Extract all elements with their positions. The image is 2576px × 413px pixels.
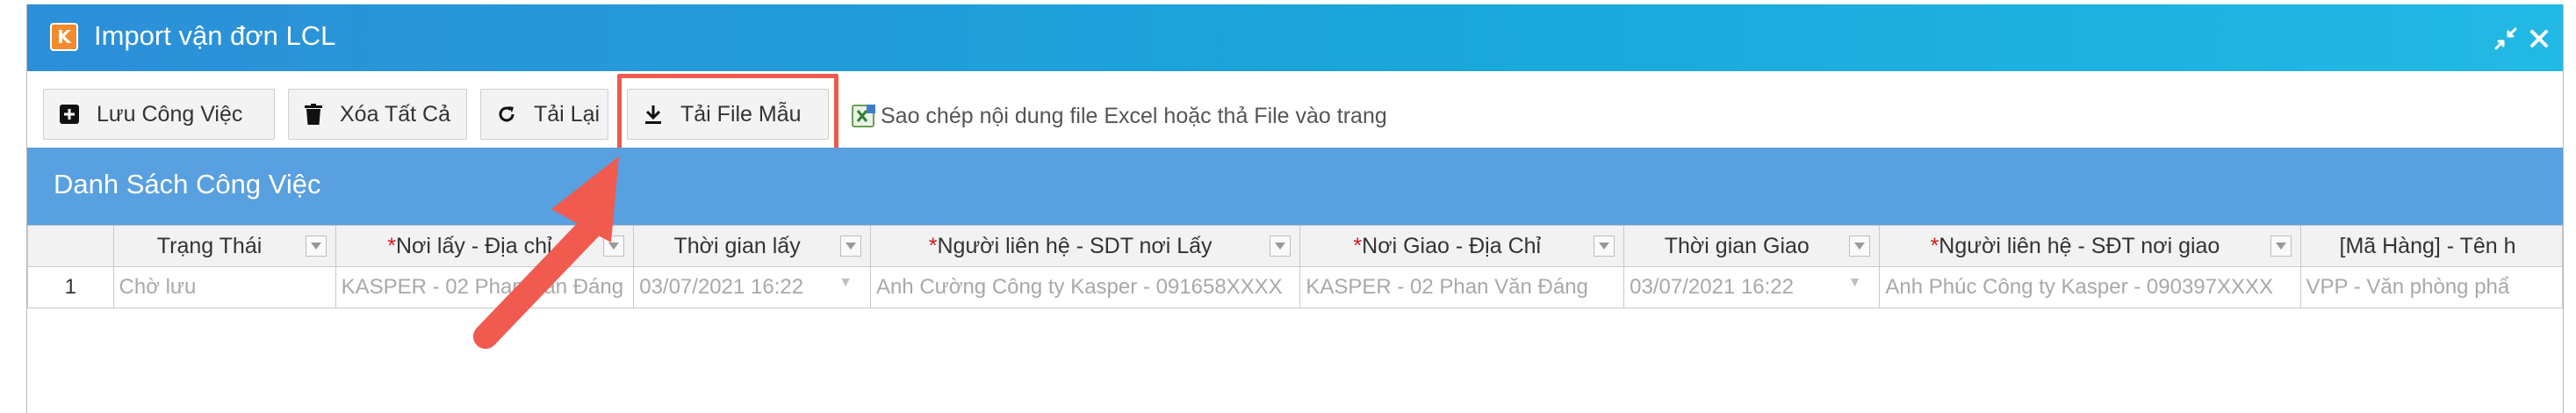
- paste-hint-text: Sao chép nội dung file Excel hoặc thả Fi…: [881, 103, 1387, 128]
- table-row[interactable]: 1 Chờ lưu KASPER - 02 Phan Văn Đáng 03/0…: [27, 266, 2563, 308]
- excel-icon: [852, 105, 875, 127]
- required-marker: *: [1930, 233, 1939, 258]
- column-label: [Mã Hàng] - Tên h: [2339, 233, 2516, 258]
- job-table: Trạng Thái *Nơi lấy - Địa chỉ Thời gian …: [27, 225, 2563, 308]
- header-row: Trạng Thái *Nơi lấy - Địa chỉ Thời gian …: [27, 225, 2563, 267]
- column-header-goods[interactable]: [Mã Hàng] - Tên h: [2299, 225, 2563, 267]
- reload-button[interactable]: Tải Lại: [480, 89, 608, 140]
- column-label: Người liên hệ - SDT nơi Lấy: [937, 233, 1212, 258]
- close-icon[interactable]: [2526, 25, 2552, 52]
- save-button-label: Lưu Công Việc: [97, 101, 243, 127]
- cell-pickup-contact[interactable]: Anh Cường Công ty Kasper - 091658XXXX: [869, 266, 1301, 308]
- paste-hint: Sao chép nội dung file Excel hoặc thả Fi…: [851, 103, 1387, 129]
- column-label: Trạng Thái: [156, 233, 263, 258]
- clear-all-button-label: Xóa Tất Cả: [340, 101, 451, 127]
- highlight-box: [617, 74, 838, 153]
- column-label: Thời gian lấy: [673, 233, 801, 258]
- title-bar: K Import vận đơn LCL: [27, 4, 2563, 71]
- job-grid: Trạng Thái *Nơi lấy - Địa chỉ Thời gian …: [27, 225, 2563, 413]
- column-header-pickup-address[interactable]: *Nơi lấy - Địa chỉ: [335, 225, 635, 267]
- plus-square-icon: [60, 105, 79, 124]
- trash-icon: [305, 104, 322, 125]
- compress-icon[interactable]: [2493, 25, 2519, 52]
- refresh-icon: [499, 106, 514, 122]
- column-header-delivery-contact[interactable]: *Người liên hệ - SĐT nơi giao: [1879, 225, 2301, 267]
- filter-icon[interactable]: [1270, 235, 1292, 257]
- import-window: K Import vận đơn LCL Lưu Công Việc Xóa T…: [26, 4, 2564, 413]
- cell-text: 03/07/2021 16:22: [639, 275, 804, 299]
- column-header-pickup-time[interactable]: Thời gian lấy: [633, 225, 871, 267]
- column-header-delivery-time[interactable]: Thời gian Giao: [1623, 225, 1881, 267]
- filter-icon[interactable]: [839, 235, 861, 257]
- filter-icon[interactable]: [1594, 235, 1615, 257]
- column-label: Người liên hệ - SĐT nơi giao: [1939, 233, 2220, 258]
- cell-delivery-time[interactable]: 03/07/2021 16:22 ▼: [1623, 266, 1881, 308]
- cell-pickup-address[interactable]: KASPER - 02 Phan Văn Đáng: [335, 266, 635, 308]
- column-label: Thời gian Giao: [1664, 233, 1810, 258]
- section-title: Danh Sách Công Việc: [54, 169, 321, 199]
- row-number: 1: [27, 266, 114, 308]
- cell-text: 03/07/2021 16:22: [1630, 275, 1794, 299]
- column-label: Nơi Giao - Địa Chỉ: [1362, 233, 1542, 258]
- filter-icon[interactable]: [305, 235, 327, 257]
- clear-all-button[interactable]: Xóa Tất Cả: [288, 89, 467, 140]
- dropdown-arrow-icon[interactable]: ▼: [838, 275, 853, 291]
- window-title: Import vận đơn LCL: [94, 20, 336, 51]
- dropdown-arrow-icon[interactable]: ▼: [1848, 275, 1862, 291]
- corner-cell: [27, 225, 114, 267]
- column-header-status[interactable]: Trạng Thái: [112, 225, 336, 267]
- required-marker: *: [387, 233, 396, 258]
- required-marker: *: [1353, 233, 1363, 258]
- app-logo: K: [50, 23, 78, 51]
- column-header-delivery-address[interactable]: *Nơi Giao - Địa Chỉ: [1299, 225, 1625, 267]
- filter-icon[interactable]: [1849, 235, 1871, 257]
- filter-icon[interactable]: [603, 235, 625, 257]
- cell-delivery-contact[interactable]: Anh Phúc Công ty Kasper - 090397XXXX: [1879, 266, 2301, 308]
- toolbar: Lưu Công Việc Xóa Tất Cả Tải Lại Tải Fil…: [27, 71, 2563, 153]
- cell-delivery-address[interactable]: KASPER - 02 Phan Văn Đáng: [1299, 266, 1625, 308]
- section-header: Danh Sách Công Việc: [27, 148, 2563, 225]
- filter-icon[interactable]: [2270, 235, 2292, 257]
- reload-button-label: Tải Lại: [534, 101, 601, 127]
- cell-pickup-time[interactable]: 03/07/2021 16:22 ▼: [633, 266, 871, 308]
- save-button[interactable]: Lưu Công Việc: [43, 89, 275, 140]
- cell-status[interactable]: Chờ lưu: [112, 266, 336, 308]
- column-header-pickup-contact[interactable]: *Người liên hệ - SDT nơi Lấy: [869, 225, 1301, 267]
- column-label: Nơi lấy - Địa chỉ: [395, 233, 552, 258]
- cell-goods[interactable]: VPP - Văn phòng phẩ: [2299, 266, 2563, 308]
